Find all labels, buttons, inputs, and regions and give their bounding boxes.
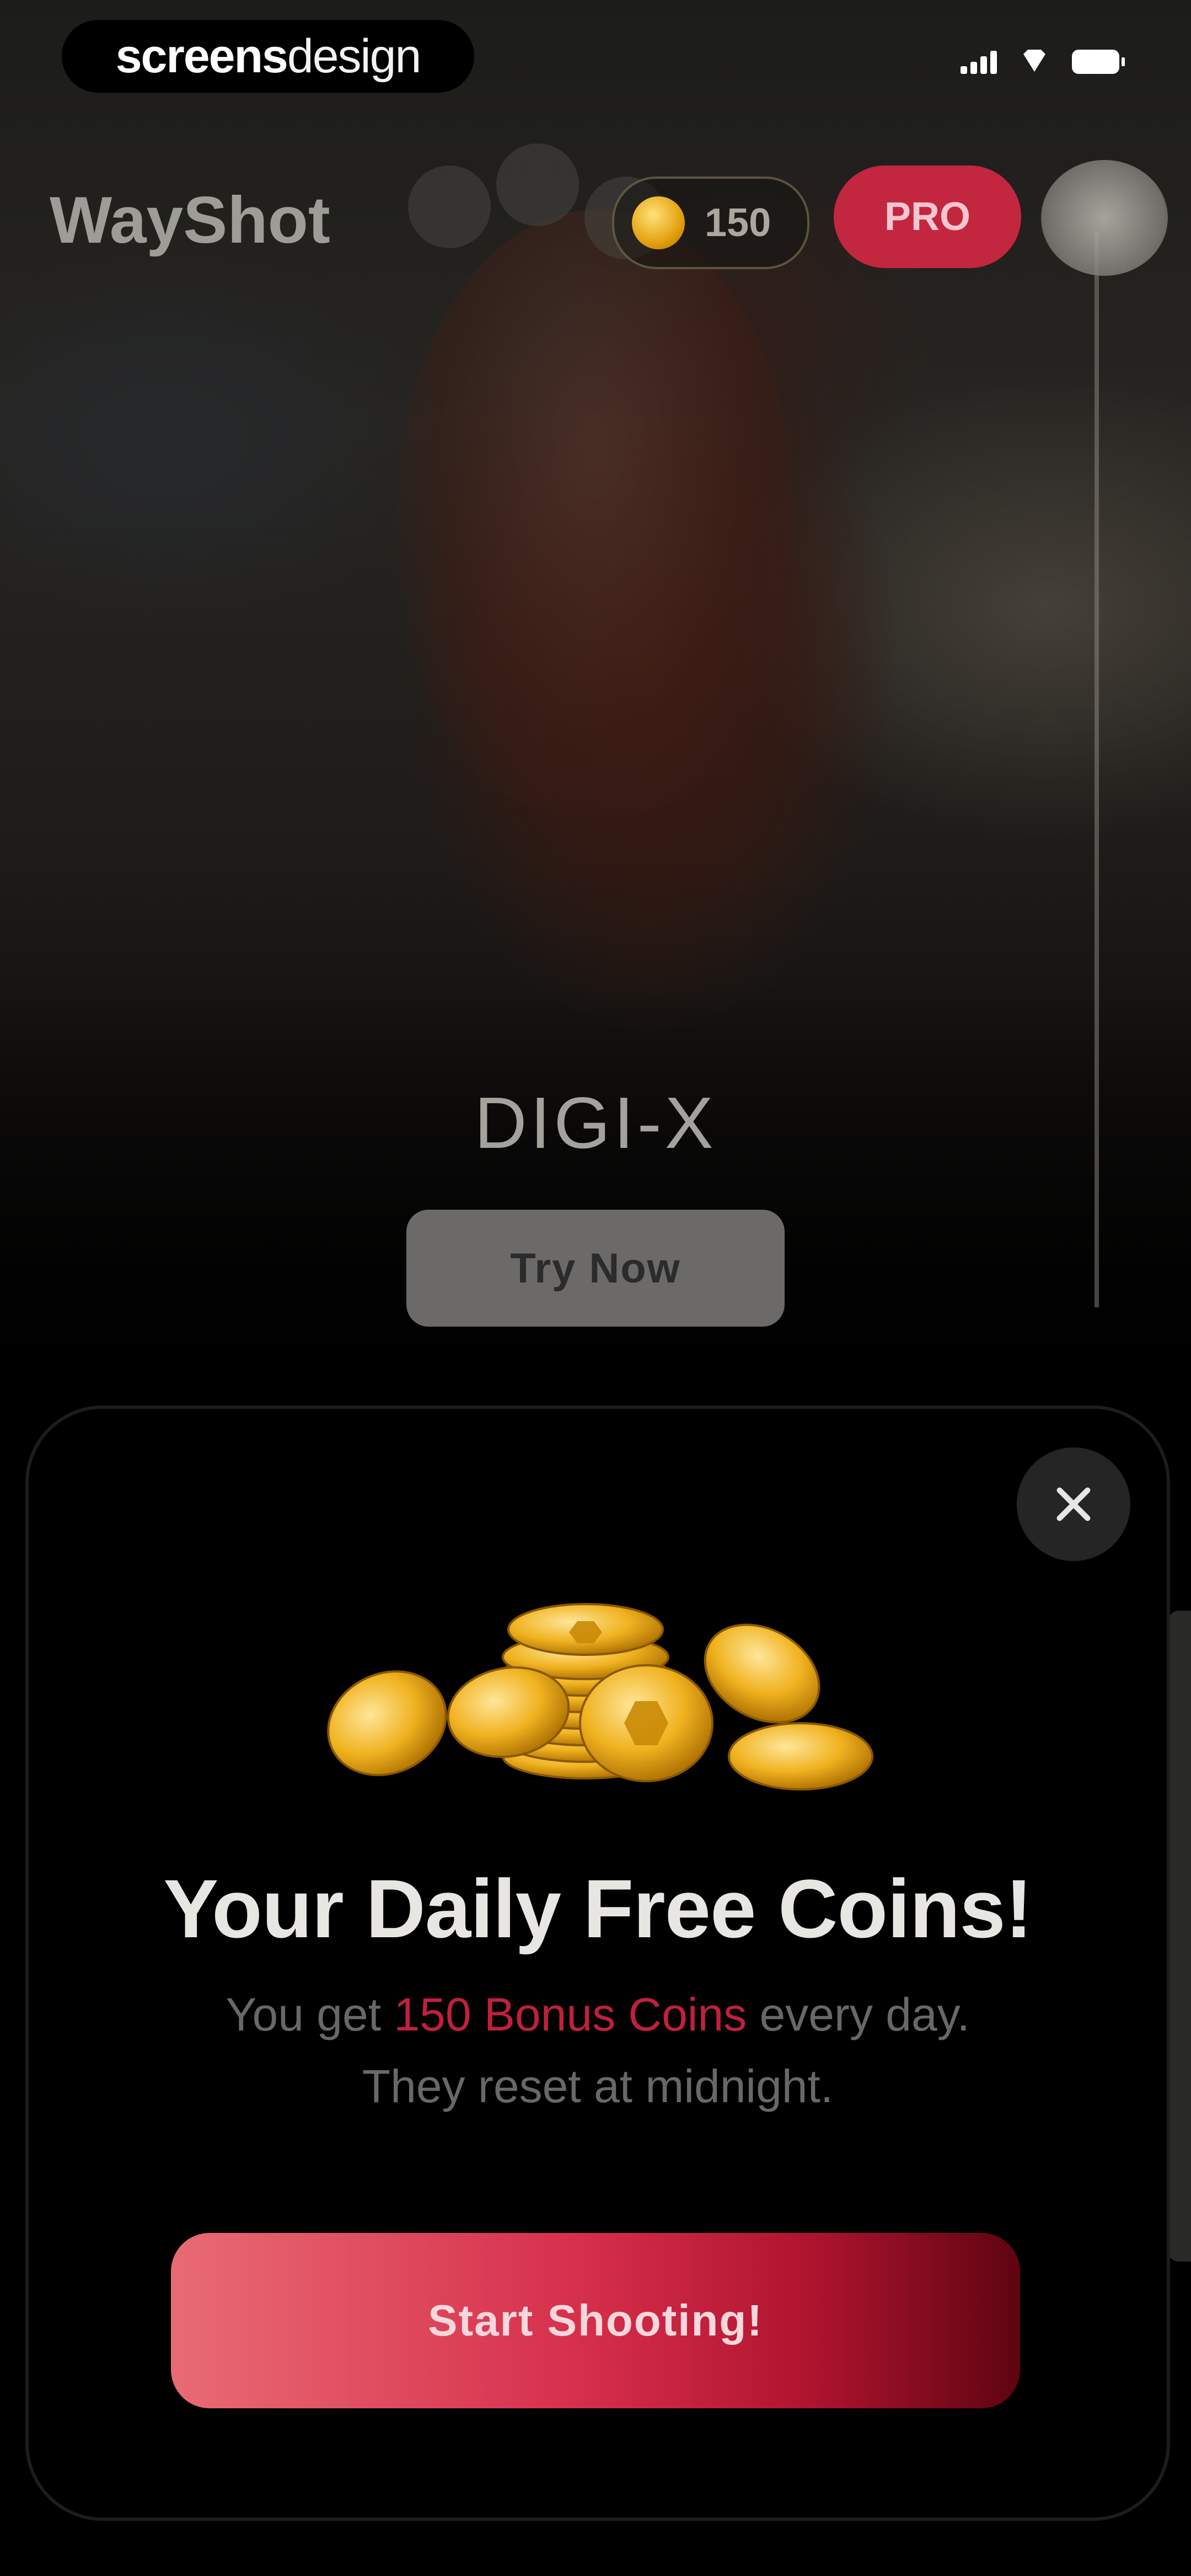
coins-pile-icon	[327, 1603, 873, 1791]
feature-title: DIGI-X	[474, 1082, 717, 1163]
brand-text-strong: screens	[115, 29, 288, 83]
hero-subject	[397, 210, 794, 816]
coin-icon	[632, 196, 685, 249]
pro-button[interactable]: PRO	[834, 165, 1021, 268]
start-shooting-label: Start Shooting!	[428, 2296, 763, 2345]
modal-subtitle-line2: They reset at midnight.	[362, 2060, 834, 2112]
hero-decoration	[408, 165, 491, 248]
modal-title: Your Daily Free Coins!	[163, 1862, 1033, 1955]
signal-icon	[961, 50, 997, 74]
next-card-peek	[1168, 1611, 1191, 2262]
app-title: WayShot	[50, 183, 330, 257]
avatar[interactable]	[1041, 160, 1168, 276]
close-icon	[1056, 1487, 1091, 1521]
coin-balance-chip[interactable]: 150	[612, 177, 809, 269]
try-now-label: Try Now	[510, 1244, 681, 1292]
wifi-icon	[1019, 50, 1050, 74]
daily-coins-modal: Your Daily Free Coins! You get 150 Bonus…	[25, 1405, 1170, 2521]
close-button[interactable]	[1017, 1447, 1130, 1561]
brand-text-light: design	[287, 29, 421, 83]
hero-decoration	[496, 143, 579, 226]
screensdesign-badge: screens design	[62, 20, 474, 93]
status-bar-icons	[961, 50, 1125, 74]
subtitle-suffix: every day.	[747, 1989, 970, 2040]
start-shooting-button[interactable]: Start Shooting!	[171, 2233, 1020, 2408]
bonus-coins-highlight: 150 Bonus Coins	[394, 1989, 747, 2040]
screen: screens design WayShot 150 PRO DIGI-X Try…	[0, 0, 1191, 2576]
modal-subtitle: You get 150 Bonus Coins every day.	[29, 1988, 1167, 2041]
pro-label: PRO	[884, 195, 971, 239]
subtitle-prefix: You get	[226, 1989, 394, 2040]
coin-count: 150	[705, 201, 771, 245]
try-now-button[interactable]: Try Now	[406, 1210, 785, 1327]
battery-icon	[1072, 50, 1125, 74]
